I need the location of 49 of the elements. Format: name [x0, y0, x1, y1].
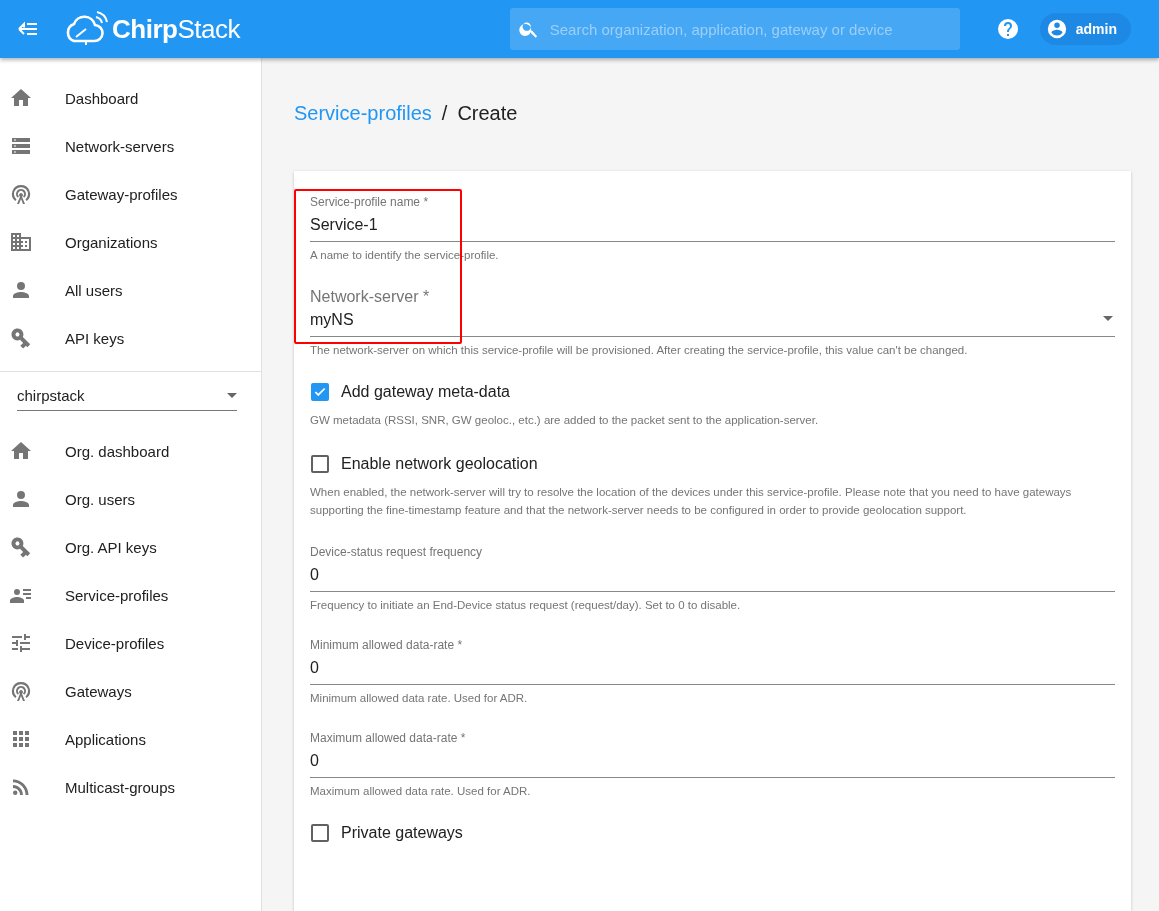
nav-item[interactable]: Applications — [0, 715, 261, 763]
helper-text: Minimum allowed data rate. Used for ADR. — [310, 691, 529, 706]
helper-text: Maximum allowed data rate. Used for ADR. — [310, 784, 532, 799]
nav-item[interactable]: Org. dashboard — [0, 427, 261, 475]
checkbox[interactable] — [311, 383, 329, 401]
nav-item[interactable]: Multicast-groups — [0, 763, 261, 811]
text-field[interactable]: Minimum allowed data-rate * 0 — [310, 638, 1115, 685]
building-icon — [9, 230, 33, 254]
text-field[interactable]: Maximum allowed data-rate * 0 — [310, 731, 1115, 778]
organization-select[interactable]: chirpstack — [17, 380, 237, 411]
text-field[interactable]: Service-profile name * Service-1 — [310, 195, 1115, 242]
nav-item[interactable]: Dashboard — [0, 74, 261, 122]
check-icon — [313, 385, 327, 399]
checkbox[interactable] — [311, 455, 329, 473]
nav-item[interactable]: All users — [0, 266, 261, 314]
search-field[interactable]: Search organization, application, gateway or device — [547, 19, 960, 39]
helper-text: The network-server on which this service-profile will be provisioned. After creating the service-profile, this value can't be changed. — [310, 343, 969, 358]
nav-item[interactable]: Organizations — [0, 218, 261, 266]
key-icon — [9, 535, 33, 559]
checkbox-label[interactable]: Enable network geolocation — [341, 455, 538, 473]
antenna-icon — [9, 679, 33, 703]
nav-item[interactable]: Gateways — [0, 667, 261, 715]
sliders-icon — [9, 631, 33, 655]
dropdown-caret-icon — [1103, 316, 1113, 321]
select-field[interactable]: Network-server * myNS — [310, 288, 1115, 337]
nav-item[interactable]: API keys — [0, 314, 261, 362]
search-bar[interactable]: Search organization, application, gateway or device — [509, 8, 960, 50]
helper-text: When enabled, the network-server will try to resolve the location of the devices under this service-profile. Please note that you need to have gateways supporting the fine-timestamp feature and that the network-server needs to be configured in order to provide geolocation support. — [310, 485, 1073, 518]
text-field[interactable]: Device-status request frequency 0 — [310, 545, 1115, 592]
checkbox-label[interactable]: Add gateway meta-data — [341, 383, 510, 401]
account-icon — [1045, 18, 1068, 40]
antenna-icon — [9, 182, 33, 206]
nav-item[interactable]: Service-profiles — [0, 571, 261, 619]
dropdown-caret-icon — [227, 392, 237, 398]
brand-name: ChirpStack — [112, 13, 240, 45]
nav-item[interactable]: Org. API keys — [0, 523, 261, 571]
nav-item[interactable]: Org. users — [0, 475, 261, 523]
nav-item[interactable]: Gateway-profiles — [0, 170, 261, 218]
help-icon[interactable] — [995, 17, 1020, 41]
user-menu-button[interactable]: admin — [1039, 13, 1131, 45]
key-icon — [9, 326, 33, 350]
nav-item[interactable]: Network-servers — [0, 122, 261, 170]
helper-text: GW metadata (RSSI, SNR, GW geoloc., etc.) are added to the packet sent to the application-server. — [310, 413, 820, 428]
checkbox-label[interactable]: Private gateways — [341, 824, 463, 842]
checkbox[interactable] — [311, 824, 329, 842]
page-title: Create — [457, 102, 518, 125]
nav-item[interactable]: Device-profiles — [0, 619, 261, 667]
breadcrumb-separator: / — [441, 102, 448, 125]
helper-text: Frequency to initiate an End-Device status request (request/day). Set to 0 to disable. — [310, 598, 742, 613]
